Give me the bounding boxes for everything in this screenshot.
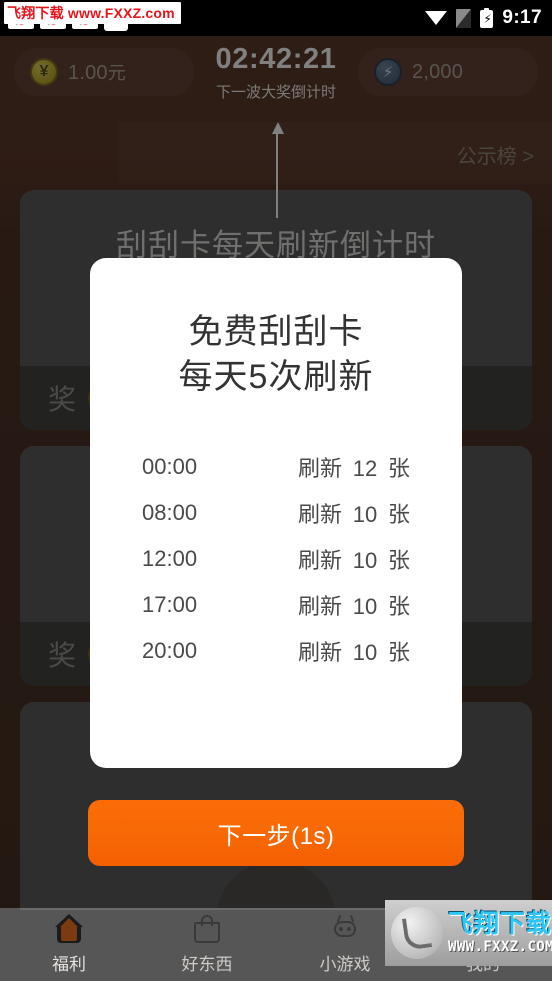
schedule-action: 刷新 [297, 639, 342, 665]
dialog-title-line1: 免费刮刮卡 [188, 313, 364, 351]
tab-goods-label: 好东西 [181, 955, 233, 974]
watermark-top-url: www.FXXZ.com [67, 5, 175, 21]
watermark-bottom: 飞翔下载 WWW.FXXZ.COM [385, 900, 552, 966]
tab-welfare-label: 福利 [52, 955, 86, 974]
schedule-unit: 张 [387, 455, 410, 481]
schedule-unit: 张 [387, 639, 410, 665]
next-step-button[interactable]: 下一步(1s) [88, 800, 464, 866]
status-bar-indicators: ⚡ 9:17 [425, 0, 542, 36]
battery-charging-icon: ⚡ [480, 8, 494, 28]
schedule-action: 刷新 [297, 593, 342, 619]
schedule-count: 10 [352, 501, 378, 527]
schedule-action: 刷新 [297, 501, 342, 527]
schedule-count: 10 [352, 547, 378, 573]
dialog-title: 免费刮刮卡 每天5次刷新 [90, 310, 462, 400]
schedule-count: 10 [352, 593, 378, 619]
shopping-bag-icon [190, 914, 224, 944]
list-item: 08:00 刷新 10 张 [142, 490, 410, 536]
watermark-top: 飞翔下载 www.FXXZ.com [4, 2, 181, 24]
tab-minigames-label: 小游戏 [319, 955, 371, 974]
watermark-logo-icon [391, 907, 443, 959]
list-item: 17:00 刷新 10 张 [142, 582, 410, 628]
free-scratchcard-dialog: 免费刮刮卡 每天5次刷新 00:00 刷新 12 张 08:00 刷新 10 张 [90, 258, 462, 768]
schedule-time: 00:00 [142, 453, 198, 479]
list-item: 20:00 刷新 10 张 [142, 628, 410, 674]
schedule-action: 刷新 [297, 547, 342, 573]
list-item: 00:00 刷新 12 张 [142, 444, 410, 490]
schedule-count: 12 [352, 455, 378, 481]
schedule-time: 20:00 [142, 637, 198, 663]
wifi-icon [425, 10, 448, 26]
schedule-unit: 张 [387, 501, 410, 527]
status-bar-clock: 9:17 [502, 7, 542, 28]
robot-icon [328, 914, 362, 944]
schedule-count: 10 [352, 639, 378, 665]
schedule-unit: 张 [387, 593, 410, 619]
list-item: 12:00 刷新 10 张 [142, 536, 410, 582]
schedule-unit: 张 [387, 547, 410, 573]
watermark-bottom-brand: 飞翔下载 [448, 910, 552, 938]
dialog-title-line2: 每天5次刷新 [178, 357, 374, 396]
watermark-bottom-url: WWW.FXXZ.COM [448, 939, 552, 955]
schedule-time: 17:00 [142, 591, 198, 617]
watermark-top-brand: 飞翔下载 [7, 5, 64, 21]
schedule-action: 刷新 [297, 455, 342, 481]
refresh-schedule-list: 00:00 刷新 12 张 08:00 刷新 10 张 12:00 刷新 10 … [90, 444, 462, 674]
sim-card-icon [456, 8, 472, 28]
schedule-time: 08:00 [142, 499, 198, 525]
app-root: ¥ 1.00元 ⚡ 2,000 02:42:21 下一波大奖倒计时 公示榜 > … [0, 0, 552, 981]
tab-welfare[interactable]: 福利 [0, 908, 138, 981]
schedule-time: 12:00 [142, 545, 198, 571]
tab-goods[interactable]: 好东西 [138, 908, 276, 981]
home-icon [52, 914, 86, 944]
